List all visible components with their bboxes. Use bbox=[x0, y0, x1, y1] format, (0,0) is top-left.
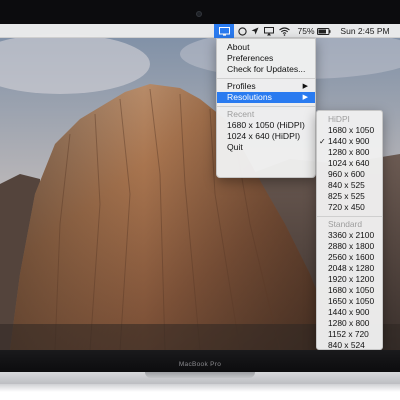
laptop-hinge-notch bbox=[145, 372, 255, 378]
hidpi-item[interactable]: 960 x 600 bbox=[317, 169, 382, 180]
menu-separator bbox=[217, 78, 315, 79]
menu-bar-clock[interactable]: Sun 2:45 PM bbox=[338, 24, 392, 38]
recent-header: Recent bbox=[227, 109, 255, 119]
airplay-icon[interactable] bbox=[262, 24, 275, 38]
standard-item[interactable]: 3360 x 2100 bbox=[317, 230, 382, 241]
standard-item[interactable]: 2560 x 1600 bbox=[317, 252, 382, 263]
screen: 75% Sun 2:45 PM About Preferences Check … bbox=[0, 24, 400, 350]
standard-item[interactable]: 1152 x 720 bbox=[317, 329, 382, 340]
profiles-label: Profiles bbox=[227, 81, 256, 91]
quit-item[interactable]: Quit bbox=[217, 142, 315, 153]
standard-item[interactable]: 2880 x 1800 bbox=[317, 241, 382, 252]
standard-item[interactable]: 1280 x 800 bbox=[317, 318, 382, 329]
recent-item-1[interactable]: 1680 x 1050 (HiDPI) bbox=[217, 120, 315, 131]
checkmark-icon: ✓ bbox=[319, 137, 326, 146]
profiles-item[interactable]: Profiles ▶ bbox=[217, 81, 315, 92]
resolutions-item[interactable]: Resolutions ▶ bbox=[217, 92, 315, 103]
hidpi-item[interactable]: 1680 x 1050 bbox=[317, 125, 382, 136]
preferences-item[interactable]: Preferences bbox=[217, 53, 315, 64]
standard-item[interactable]: 1920 x 1200 bbox=[317, 274, 382, 285]
standard-item[interactable]: 2048 x 1280 bbox=[317, 263, 382, 274]
about-item[interactable]: About bbox=[217, 42, 315, 53]
laptop-shadow bbox=[0, 384, 400, 392]
standard-item[interactable]: 1650 x 1050 bbox=[317, 296, 382, 307]
menu-bar: 75% Sun 2:45 PM bbox=[0, 24, 400, 38]
standard-header: Standard bbox=[328, 219, 362, 229]
standard-item[interactable]: 1680 x 1050 bbox=[317, 285, 382, 296]
submenu-arrow-icon: ▶ bbox=[302, 94, 308, 101]
recent-item-2[interactable]: 1024 x 640 (HiDPI) bbox=[217, 131, 315, 142]
hidpi-item[interactable]: 825 x 525 bbox=[317, 191, 382, 202]
circle-status-icon[interactable] bbox=[236, 24, 248, 38]
hidpi-item[interactable]: 720 x 450 bbox=[317, 202, 382, 213]
location-arrow-icon[interactable] bbox=[249, 24, 260, 38]
hidpi-item[interactable]: 840 x 525 bbox=[317, 180, 382, 191]
check-updates-item[interactable]: Check for Updates... bbox=[217, 64, 315, 75]
hidpi-header: HiDPI bbox=[328, 114, 350, 124]
resolutions-label: Resolutions bbox=[227, 92, 272, 102]
hidpi-item[interactable]: 1024 x 640 bbox=[317, 158, 382, 169]
display-menu-button[interactable] bbox=[214, 24, 234, 38]
resolutions-submenu: HiDPI 1680 x 1050 ✓ 1440 x 900 1280 x 80… bbox=[316, 110, 383, 350]
wifi-icon[interactable] bbox=[277, 24, 291, 38]
display-menu: About Preferences Check for Updates... P… bbox=[216, 38, 316, 178]
camera-icon bbox=[196, 11, 202, 17]
hidpi-item-label: 1440 x 900 bbox=[328, 136, 370, 146]
battery-percent[interactable]: 75% bbox=[297, 24, 315, 38]
display-icon bbox=[218, 26, 230, 36]
menu-separator bbox=[217, 106, 315, 107]
submenu-arrow-icon: ▶ bbox=[302, 83, 308, 90]
brand-label: MacBook Pro bbox=[178, 361, 222, 368]
standard-item[interactable]: 1440 x 900 bbox=[317, 307, 382, 318]
hidpi-item[interactable]: 1280 x 800 bbox=[317, 147, 382, 158]
hidpi-item-selected[interactable]: ✓ 1440 x 900 bbox=[317, 136, 382, 147]
menu-separator bbox=[317, 216, 382, 217]
battery-icon[interactable] bbox=[316, 24, 332, 38]
standard-item[interactable]: 840 x 524 bbox=[317, 340, 382, 350]
